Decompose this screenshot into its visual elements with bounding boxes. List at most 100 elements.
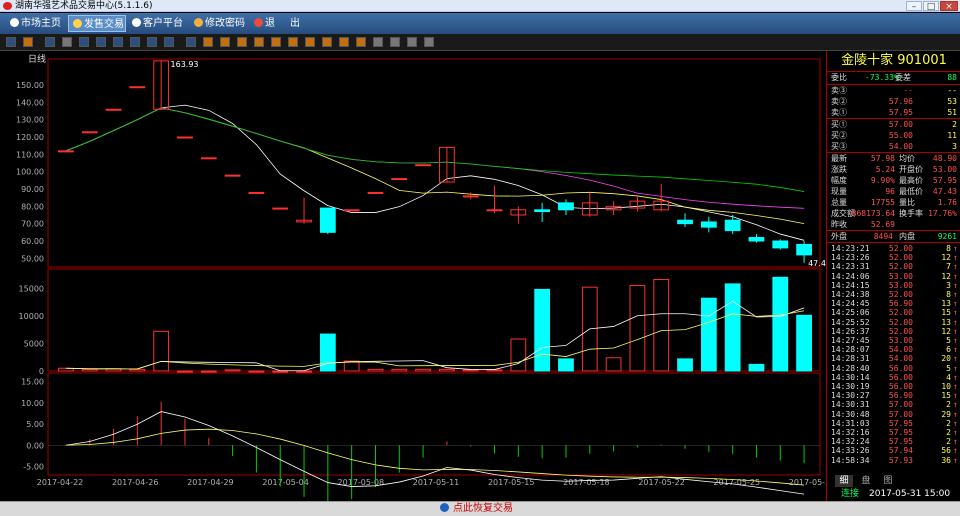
candle-body[interactable] xyxy=(367,191,384,194)
toolbar-tool-21-icon[interactable] xyxy=(356,37,366,47)
volume-bar[interactable] xyxy=(772,276,789,372)
toolbar-tool-12-icon[interactable] xyxy=(203,37,213,47)
volume-bar[interactable] xyxy=(510,338,527,372)
macd-tick-label: -5.00 xyxy=(23,463,44,472)
stat-row-cell: 均价 xyxy=(899,154,915,163)
toolbar-tool-11-icon[interactable] xyxy=(186,37,196,47)
candle-body[interactable] xyxy=(724,219,741,232)
candle-body[interactable] xyxy=(486,209,503,212)
order-ratio-row-cell: 委差 xyxy=(895,73,911,82)
toolbar-tool-22-icon[interactable] xyxy=(373,37,383,47)
volume-bar[interactable] xyxy=(462,369,479,372)
candle-body[interactable] xyxy=(534,209,551,213)
volume-bar[interactable] xyxy=(391,368,408,372)
menu-logout[interactable]: 退 xyxy=(250,15,276,32)
toolbar-tool-2-icon[interactable] xyxy=(23,37,33,47)
toolbar-tool-13-icon[interactable] xyxy=(220,37,230,47)
candle-body[interactable] xyxy=(343,209,360,212)
ma5-line xyxy=(65,104,805,241)
menu-issue-trade[interactable]: 发售交易 xyxy=(68,15,126,32)
menu-exit[interactable]: 出 xyxy=(286,15,306,32)
stat-row-cell: 868173.64 xyxy=(851,209,895,218)
toolbar-tool-10-icon[interactable] xyxy=(164,37,174,47)
volume-bar[interactable] xyxy=(200,370,217,373)
volume-bar[interactable] xyxy=(248,370,265,373)
candle-body[interactable] xyxy=(677,219,693,225)
volume-bar[interactable] xyxy=(724,283,741,372)
volume-bar[interactable] xyxy=(534,288,551,372)
toolbar-tool-20-icon[interactable] xyxy=(339,37,349,47)
menu-change-password[interactable]: 修改密码 xyxy=(190,15,250,32)
toolbar-tool-14-icon[interactable] xyxy=(237,37,247,47)
candle-body[interactable] xyxy=(81,131,98,134)
menu-market-home[interactable]: 市场主页 xyxy=(6,15,64,32)
candle-body[interactable] xyxy=(272,207,289,210)
volume-bar[interactable] xyxy=(319,333,336,372)
volume-bar[interactable] xyxy=(677,358,693,372)
title-bar: 湖南华强艺术品交易中心(5.1.1.6) – □ × xyxy=(0,0,960,12)
candle-body[interactable] xyxy=(391,178,408,181)
volume-bar[interactable] xyxy=(153,330,170,372)
menu-customer-platform[interactable]: 客户平台 xyxy=(128,15,186,32)
volume-bar[interactable] xyxy=(796,314,812,372)
volume-bar[interactable] xyxy=(558,358,574,372)
maximize-button[interactable]: □ xyxy=(923,1,939,12)
toolbar-tool-23-icon[interactable] xyxy=(390,37,400,47)
volume-bar[interactable] xyxy=(177,370,193,373)
toolbar-tool-15-icon[interactable] xyxy=(254,37,264,47)
candle-body[interactable] xyxy=(224,174,241,177)
kline-chart[interactable]: 150.00 140.00 130.00 120.00 110.00 100.00 90.0… xyxy=(0,51,826,501)
volume-bar[interactable] xyxy=(224,369,241,372)
toolbar-tool-8-icon[interactable] xyxy=(130,37,140,47)
candle-body[interactable] xyxy=(796,243,812,256)
tab-1[interactable]: 细 xyxy=(835,475,853,487)
toolbar-tool-18-icon[interactable] xyxy=(305,37,315,47)
toolbar-tool-7-icon[interactable] xyxy=(113,37,123,47)
candle-body[interactable] xyxy=(58,150,74,153)
volume-bar[interactable] xyxy=(486,369,503,372)
volume-bar[interactable] xyxy=(81,368,98,372)
toolbar-tool-25-icon[interactable] xyxy=(424,37,434,47)
volume-bar[interactable] xyxy=(629,285,646,372)
candle-body[interactable] xyxy=(105,108,122,111)
volume-bar[interactable] xyxy=(439,368,455,372)
toolbar-tool-16-icon[interactable] xyxy=(271,37,281,47)
volume-bar[interactable] xyxy=(605,357,622,372)
toolbar-tool-19-icon[interactable] xyxy=(322,37,332,47)
candle-body[interactable] xyxy=(772,240,789,249)
candle-body[interactable] xyxy=(319,207,336,233)
candle-body[interactable] xyxy=(177,136,193,139)
price-tick-label: 140.00 xyxy=(16,98,44,107)
date-label: 2017-05-22 xyxy=(638,478,685,487)
toolbar-tool-1-icon[interactable] xyxy=(6,37,16,47)
close-button[interactable]: × xyxy=(940,1,958,12)
toolbar-tool-24-icon[interactable] xyxy=(407,37,417,47)
toolbar-tool-17-icon[interactable] xyxy=(288,37,298,47)
volume-bar[interactable] xyxy=(129,368,146,372)
volume-bar[interactable] xyxy=(653,278,670,372)
candle-body[interactable] xyxy=(248,191,265,194)
toolbar-tool-4-icon[interactable] xyxy=(62,37,72,47)
toolbar-tool-6-icon[interactable] xyxy=(96,37,106,47)
stat-row-cell: 最低价 xyxy=(899,187,923,196)
tab-2[interactable]: 盘 xyxy=(857,475,875,487)
candle-body[interactable] xyxy=(129,86,146,89)
minimize-button[interactable]: – xyxy=(906,1,922,12)
candle-body[interactable] xyxy=(462,195,479,198)
volume-bar[interactable] xyxy=(367,368,384,372)
volume-bar[interactable] xyxy=(700,297,717,372)
tab-3[interactable]: 图 xyxy=(879,475,897,487)
volume-bar[interactable] xyxy=(415,368,431,372)
candle-body[interactable] xyxy=(558,202,574,211)
toolbar-tool-3-icon[interactable] xyxy=(45,37,55,47)
candle-body[interactable] xyxy=(700,221,717,228)
toolbar-tool-9-icon[interactable] xyxy=(147,37,157,47)
toolbar-tool-5-icon[interactable] xyxy=(79,37,89,47)
restore-trade-link[interactable]: 点此恢复交易 xyxy=(440,502,513,516)
chart-area[interactable]: 日线 150.00 140.00 130.00 120.00 110.00 100.00 9… xyxy=(0,51,826,501)
toolbar xyxy=(0,34,960,51)
volume-bar[interactable] xyxy=(748,363,765,372)
candle-body[interactable] xyxy=(200,157,217,160)
candle-body[interactable] xyxy=(415,164,431,167)
candle-body[interactable] xyxy=(748,237,765,242)
